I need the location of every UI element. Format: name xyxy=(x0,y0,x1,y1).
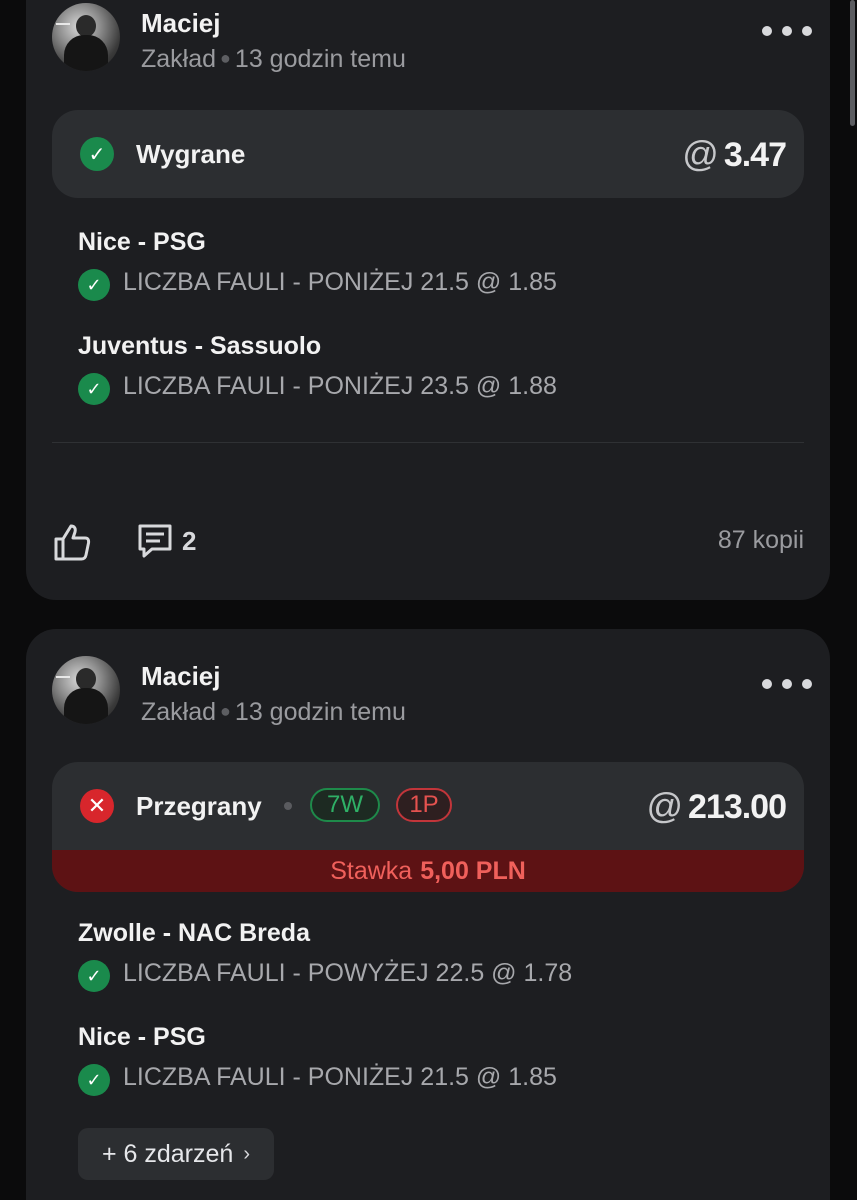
selection-line: LICZBA FAULI - PONIŻEJ 21.5 @ 1.85 xyxy=(123,1063,557,1091)
bet-status: Wygrane xyxy=(136,139,246,169)
stake-label: Stawka xyxy=(330,856,413,885)
losses-badge: 1P xyxy=(396,788,452,822)
selection-item: Nice - PSG ✓ LICZBA FAULI - PONIŻEJ 21.5… xyxy=(78,1023,798,1096)
selection-line: LICZBA FAULI - POWYŻEJ 22.5 @ 1.78 xyxy=(123,959,573,987)
chevron-right-icon: › xyxy=(243,1142,250,1165)
comment-count[interactable]: 2 xyxy=(182,526,196,557)
match-name: Nice - PSG xyxy=(78,1023,206,1051)
check-icon: ✓ xyxy=(78,960,110,992)
more-dots-icon[interactable] xyxy=(762,674,812,694)
selection-item: Juventus - Sassuolo ✓ LICZBA FAULI - PON… xyxy=(78,332,798,405)
bet-status: Przegrany xyxy=(136,791,262,821)
username[interactable]: Maciej xyxy=(141,661,221,692)
post-time: 13 godzin temu xyxy=(234,45,406,73)
avatar[interactable] xyxy=(52,3,120,71)
total-odds: @213.00 xyxy=(646,785,787,826)
thumbs-up-icon[interactable] xyxy=(52,522,92,562)
bet-post-card: Maciej Zakład ● 13 godzin temu ✓ Wygrane @… xyxy=(26,0,830,600)
check-icon: ✓ xyxy=(78,373,110,405)
post-type: Zakład xyxy=(141,45,217,73)
divider xyxy=(52,442,804,443)
selection-item: Zwolle - NAC Breda ✓ LICZBA FAULI - POWY… xyxy=(78,919,798,992)
post-header: Maciej Zakład ● 13 godzin temu xyxy=(52,3,812,77)
bet-post-card: Maciej Zakład ● 13 godzin temu ✕ Przegrany… xyxy=(26,629,830,1200)
post-meta: Zakład ● 13 godzin temu xyxy=(141,45,406,73)
stake-bar: Stawka 5,00 PLN xyxy=(52,850,804,892)
post-header: Maciej Zakład ● 13 godzin temu xyxy=(52,656,812,730)
check-icon: ✓ xyxy=(78,1064,110,1096)
post-time: 13 godzin temu xyxy=(234,698,406,726)
at-icon: @ xyxy=(646,785,683,826)
bet-status-box[interactable]: ✓ Wygrane @3.47 xyxy=(52,110,804,198)
more-events-button[interactable]: + 6 zdarzeń › xyxy=(78,1128,274,1180)
more-dots-icon[interactable] xyxy=(762,21,812,41)
match-name: Nice - PSG xyxy=(78,228,206,256)
separator-dot xyxy=(284,802,292,810)
scrollbar[interactable] xyxy=(850,0,855,126)
match-name: Zwolle - NAC Breda xyxy=(78,919,310,947)
match-name: Juventus - Sassuolo xyxy=(78,332,322,360)
selection-line: LICZBA FAULI - PONIŻEJ 23.5 @ 1.88 xyxy=(123,372,557,400)
username[interactable]: Maciej xyxy=(141,8,221,39)
check-icon: ✓ xyxy=(80,137,114,171)
total-odds: @3.47 xyxy=(682,133,787,174)
post-meta: Zakład ● 13 godzin temu xyxy=(141,698,406,726)
stake-value: 5,00 PLN xyxy=(420,856,526,885)
check-icon: ✓ xyxy=(78,269,110,301)
post-type: Zakład xyxy=(141,698,217,726)
selection-item: Nice - PSG ✓ LICZBA FAULI - PONIŻEJ 21.5… xyxy=(78,228,798,301)
avatar[interactable] xyxy=(52,656,120,724)
bet-status-box[interactable]: ✕ Przegrany 7W 1P @213.00 Stawka 5,00 PLN xyxy=(52,762,804,892)
selection-line: LICZBA FAULI - PONIŻEJ 21.5 @ 1.85 xyxy=(123,268,557,296)
more-events-label: + 6 zdarzeń xyxy=(101,1139,234,1168)
wins-badge: 7W xyxy=(310,788,380,822)
cross-icon: ✕ xyxy=(80,789,114,823)
copies-count: 87 kopii xyxy=(717,526,804,554)
comment-icon[interactable] xyxy=(136,522,174,560)
at-icon: @ xyxy=(682,133,719,174)
